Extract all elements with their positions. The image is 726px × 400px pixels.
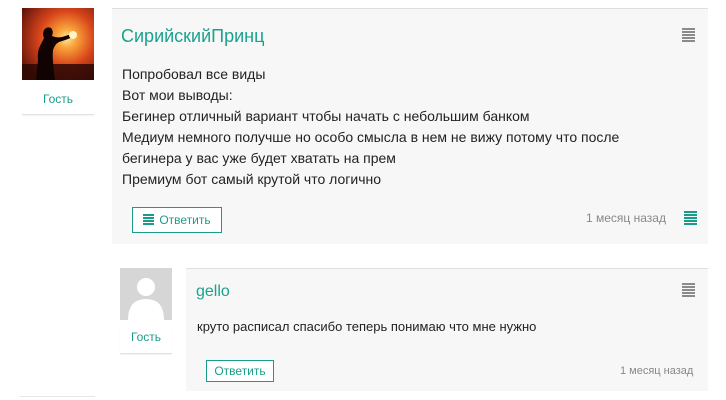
author-role-label: Гость [22,88,94,115]
avatar[interactable] [22,8,94,80]
comment-menu-icon[interactable] [682,28,695,42]
comment-body: Попробовал все виды Вот мои выводы: Беги… [122,64,619,190]
comment-line: Премиум бот самый крутой что логично [122,171,381,187]
comment-line: Вот мои выводы: [122,87,233,103]
comment-1-author-block: Гость [22,8,94,115]
comment-timestamp[interactable]: 1 месяц назад [586,211,666,225]
comment-1-box: СирийскийПринц Попробовал все виды Вот м… [112,8,708,244]
comment-timestamp[interactable]: 1 месяц назад [620,365,693,377]
comment-line: бегинера у вас уже будет хватать на прем [122,150,396,166]
reply-button[interactable]: Ответить [206,360,274,382]
comment-link-icon[interactable] [684,211,697,225]
reply-label: Ответить [214,364,266,378]
comment-line: Попробовал все виды [122,66,266,82]
reply-icon [143,214,155,226]
comment-2-box: gello круто расписал спасибо теперь пони… [186,268,708,391]
comment-line: Медиум немного получше но особо смысла в… [122,129,620,145]
comment-body: круто расписал спасибо теперь понимаю чт… [197,316,536,337]
comment-line: Бегинер отличный вариант чтобы начать с … [122,108,530,124]
author-name[interactable]: gello [196,283,230,301]
avatar[interactable] [120,268,172,320]
comment-line: круто расписал спасибо теперь понимаю чт… [197,319,537,334]
author-role-label: Гость [120,326,172,354]
comment-2-author-block: Гость [120,268,172,354]
author-name[interactable]: СирийскийПринц [121,26,264,47]
comment-menu-icon[interactable] [682,283,695,297]
divider [20,396,95,397]
reply-label: Ответить [159,213,211,227]
reply-button[interactable]: Ответить [132,207,222,233]
